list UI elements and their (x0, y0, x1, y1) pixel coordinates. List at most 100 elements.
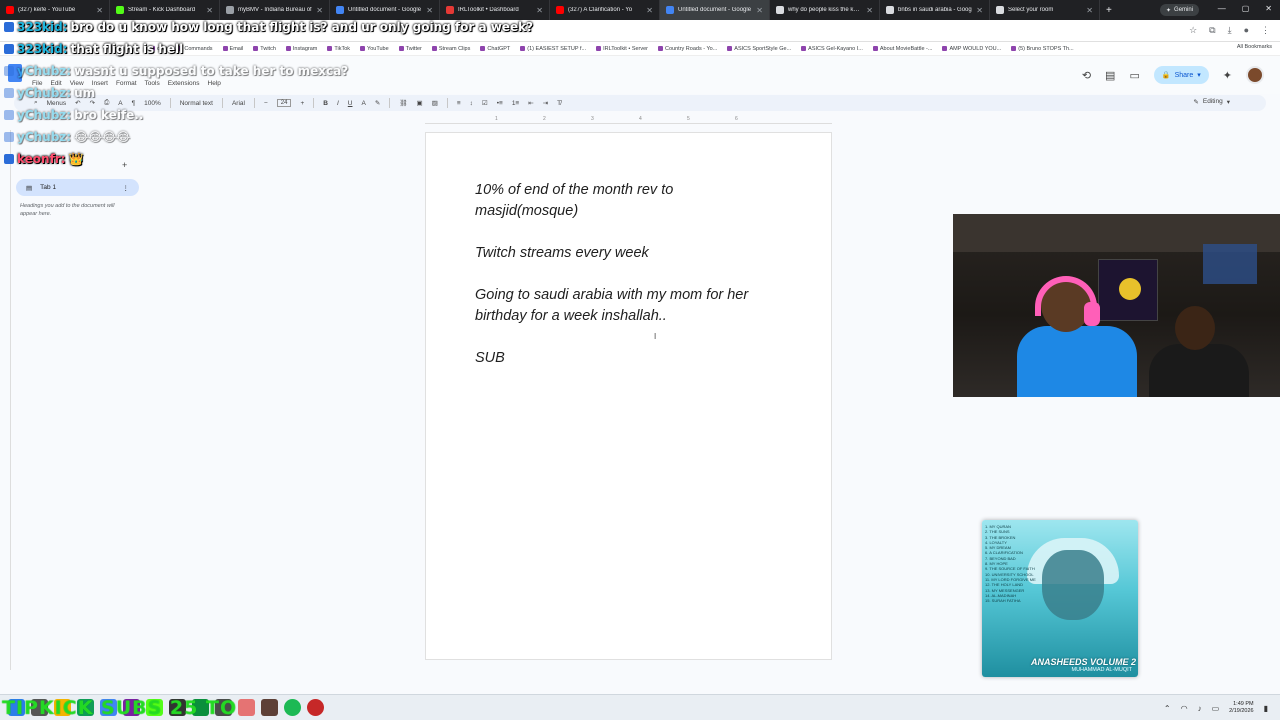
document-page[interactable]: 10% of end of the month rev to masjid(mos… (425, 132, 832, 660)
decrease-size-icon[interactable]: − (264, 100, 268, 107)
sidebar-item-tab-1[interactable]: ▤ Tab 1 ⋮ (16, 179, 139, 196)
bookmark-item[interactable]: Twitter (398, 46, 422, 52)
document-line[interactable]: SUB (475, 348, 795, 369)
app-icon[interactable] (307, 699, 324, 716)
menus-label[interactable]: Menus (47, 100, 67, 107)
menu-item[interactable]: Help (208, 80, 221, 87)
maximize-icon[interactable]: ▢ (1242, 4, 1250, 13)
download-icon[interactable]: ⤓ (1228, 25, 1232, 36)
close-tab-icon[interactable]: ✕ (756, 6, 763, 15)
spotify-icon[interactable] (284, 699, 301, 716)
document-body[interactable]: 10% of end of the month rev to masjid(mos… (475, 180, 795, 369)
line-spacing-icon[interactable]: ↕ (470, 100, 473, 107)
redo-icon[interactable]: ↷ (90, 99, 95, 107)
close-tab-icon[interactable]: ✕ (206, 6, 213, 15)
bookmark-item[interactable]: About MovieBattle -... (872, 46, 932, 52)
wifi-icon[interactable]: ◠ (1181, 704, 1188, 713)
document-line[interactable]: 10% of end of the month rev to (475, 180, 795, 201)
bold-icon[interactable]: B (323, 100, 328, 107)
profile-icon[interactable]: ● (1244, 25, 1249, 36)
document-line[interactable]: masjid(mosque) (475, 201, 795, 222)
document-line[interactable]: Twitch streams every week (475, 243, 795, 264)
checklist-icon[interactable]: ☑ (482, 99, 488, 107)
bookmark-item[interactable]: ChatGPT (480, 46, 510, 52)
app-icon[interactable] (238, 699, 255, 716)
horizontal-ruler[interactable]: 1 2 3 4 5 6 (425, 116, 832, 124)
highlight-icon[interactable]: ✎ (375, 99, 380, 107)
browser-tab[interactable]: bnbs in saudi arabia - Goog ✕ (880, 0, 990, 20)
browser-tab[interactable]: Untitled document - Google ✕ (330, 0, 440, 20)
bookmark-item[interactable]: TikTok (327, 46, 350, 52)
document-line[interactable] (475, 327, 795, 348)
close-icon[interactable]: ✕ (1265, 4, 1272, 13)
meet-icon[interactable]: ▭ (1129, 69, 1139, 82)
gemini-spark-icon[interactable]: ✦ (1223, 69, 1232, 82)
style-select[interactable]: Normal text (180, 100, 213, 107)
bookmark-item[interactable]: Country Roads - Yo... (658, 46, 717, 52)
align-icon[interactable]: ≡ (457, 100, 461, 107)
italic-icon[interactable]: I (337, 100, 339, 107)
font-size-input[interactable]: 24 (276, 99, 292, 107)
menu-item[interactable]: Tools (145, 80, 160, 87)
browser-tab[interactable]: (327) A Clarification - Yo ✕ (550, 0, 660, 20)
browser-tab[interactable]: Stream - Kick Dashboard ✕ (110, 0, 220, 20)
close-tab-icon[interactable]: ✕ (316, 6, 323, 15)
app-icon[interactable] (261, 699, 278, 716)
clock[interactable]: 1:49 PM 2/19/2026 (1229, 701, 1253, 715)
bullet-list-icon[interactable]: •≡ (497, 100, 503, 107)
increase-indent-icon[interactable]: ⇥ (543, 99, 548, 107)
document-line[interactable]: birthday for a week inshallah.. (475, 306, 795, 327)
print-icon[interactable]: ⎙ (104, 99, 109, 107)
bookmark-item[interactable]: Instagram (285, 46, 317, 52)
star-icon[interactable]: ☆ (1189, 25, 1197, 36)
search-menus-icon[interactable]: ⌕ (34, 99, 38, 107)
browser-tab[interactable]: Untitled document - Google ✕ (660, 0, 770, 20)
more-icon[interactable]: ⋮ (1261, 25, 1270, 36)
browser-tab[interactable]: myBMV - Indiana Bureau of ✕ (220, 0, 330, 20)
extensions-icon[interactable]: ⧉ (1209, 25, 1215, 36)
editing-mode-select[interactable]: ✎ Editing ▾ (1193, 98, 1230, 106)
document-line[interactable]: Going to saudi arabia with my mom for he… (475, 285, 795, 306)
bookmark-item[interactable]: Stream Clips (431, 46, 470, 52)
close-tab-icon[interactable]: ✕ (976, 6, 983, 15)
avatar[interactable] (1246, 66, 1264, 84)
add-comment-icon[interactable]: ▣ (417, 99, 423, 107)
gemini-button[interactable]: ✦ Gemini (1160, 4, 1200, 16)
bookmark-item[interactable]: AMP WOULD YOU... (942, 46, 1001, 52)
new-tab-icon[interactable]: + (1100, 5, 1118, 16)
all-bookmarks-link[interactable]: All Bookmarks (1237, 44, 1272, 50)
underline-icon[interactable]: U (348, 100, 353, 107)
bookmark-item[interactable]: ASICS SportStyle Ge... (727, 46, 791, 52)
close-tab-icon[interactable]: ✕ (866, 6, 873, 15)
bookmark-item[interactable]: Twitch (253, 46, 276, 52)
browser-tab[interactable]: (327) keife - YouTube ✕ (0, 0, 110, 20)
history-icon[interactable]: ⟲ (1082, 69, 1091, 82)
close-tab-icon[interactable]: ✕ (1086, 6, 1093, 15)
font-select[interactable]: Arial (232, 100, 245, 107)
battery-icon[interactable]: ▭ (1212, 704, 1220, 713)
link-icon[interactable]: ⛓ (399, 99, 407, 107)
close-tab-icon[interactable]: ✕ (536, 6, 543, 15)
document-line[interactable] (475, 222, 795, 243)
browser-tab[interactable]: why do people kiss the kaab ✕ (770, 0, 880, 20)
image-icon[interactable]: ▨ (432, 99, 438, 107)
menu-item[interactable]: Extensions (168, 80, 200, 87)
notification-icon[interactable]: ▮ (1264, 704, 1268, 713)
volume-icon[interactable]: ♪ (1198, 704, 1202, 713)
bookmark-item[interactable]: ASICS Gel-Kayano I... (801, 46, 863, 52)
bookmark-item[interactable]: IRLToolkit • Server (596, 46, 648, 52)
spellcheck-icon[interactable]: A (118, 100, 122, 107)
document-line[interactable] (475, 264, 795, 285)
close-tab-icon[interactable]: ✕ (426, 6, 433, 15)
close-tab-icon[interactable]: ✕ (96, 6, 103, 15)
undo-icon[interactable]: ↶ (75, 99, 80, 107)
text-color-icon[interactable]: A (361, 100, 365, 107)
bookmark-item[interactable]: Email (222, 46, 243, 52)
increase-size-icon[interactable]: + (300, 100, 304, 107)
bookmark-item[interactable]: (1) EASIEST SETUP f... (520, 46, 586, 52)
clear-formatting-icon[interactable]: T̸ (557, 100, 561, 107)
browser-tab[interactable]: Select your room ✕ (990, 0, 1100, 20)
vertical-ruler[interactable] (5, 130, 11, 670)
more-icon[interactable]: ⋮ (123, 184, 130, 192)
browser-tab[interactable]: IRLToolkit • Dashboard ✕ (440, 0, 550, 20)
